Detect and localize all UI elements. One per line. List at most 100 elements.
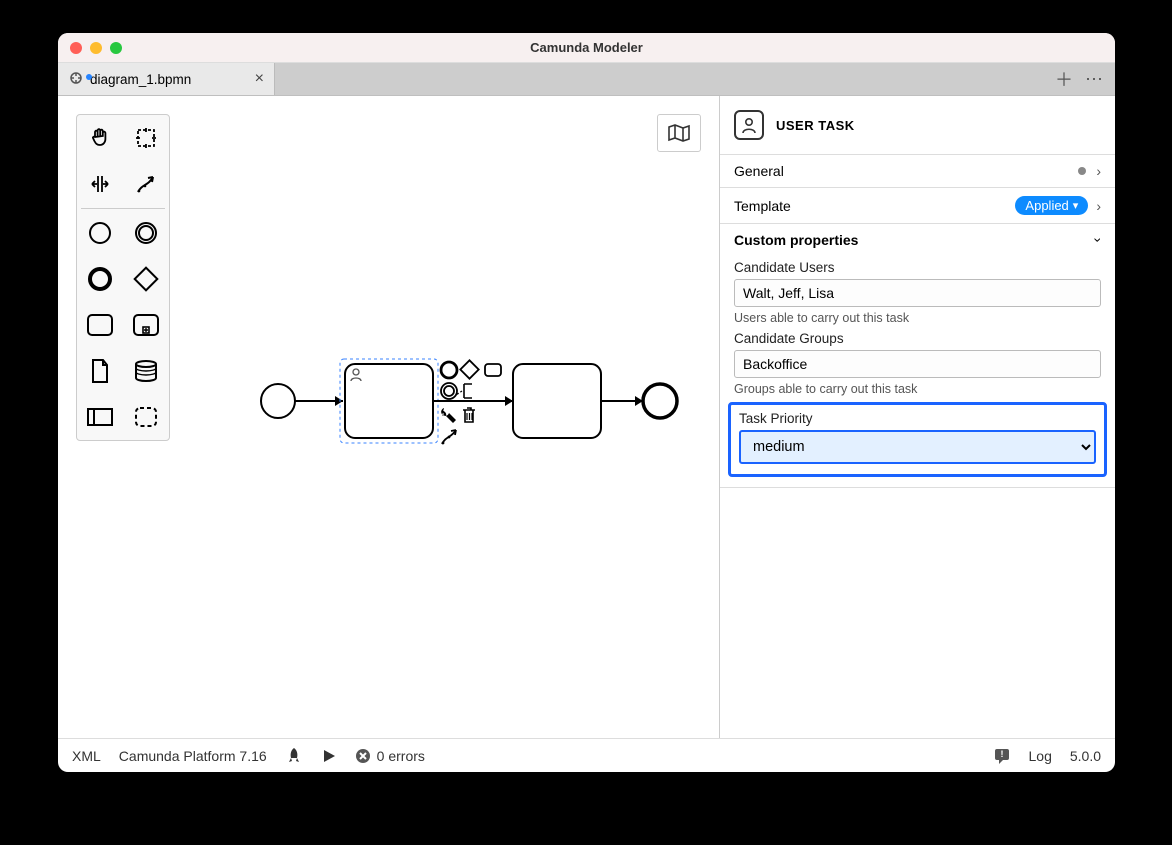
tabbar: diagram_1.bpmn × ＋ ⋯ bbox=[58, 63, 1115, 96]
candidate-groups-desc: Groups able to carry out this task bbox=[734, 382, 1101, 396]
badge-label: Applied bbox=[1025, 198, 1068, 213]
candidate-users-label: Candidate Users bbox=[734, 260, 1101, 275]
pad-delete[interactable] bbox=[463, 408, 475, 422]
tabbar-actions: ＋ ⋯ bbox=[1055, 63, 1115, 95]
template-applied-badge[interactable]: Applied ▾ bbox=[1015, 196, 1088, 215]
feedback-icon: ! bbox=[993, 747, 1011, 765]
diagram-task-2[interactable] bbox=[513, 364, 601, 438]
new-tab-button[interactable]: ＋ bbox=[1055, 66, 1073, 92]
statusbar: XML Camunda Platform 7.16 0 errors ! Log… bbox=[58, 738, 1115, 772]
props-header: USER TASK bbox=[720, 96, 1115, 155]
create-data-store[interactable] bbox=[123, 348, 169, 394]
error-icon bbox=[355, 748, 371, 764]
properties-panel: USER TASK General › Template Applied ▾ ›… bbox=[720, 96, 1115, 738]
tab-close-button[interactable]: × bbox=[255, 70, 264, 88]
end-event-icon bbox=[87, 266, 113, 292]
pad-connect[interactable] bbox=[442, 430, 456, 444]
lasso-icon bbox=[134, 126, 158, 150]
dirty-indicator-icon bbox=[86, 74, 92, 80]
status-xml-button[interactable]: XML bbox=[72, 748, 101, 764]
participant-icon bbox=[86, 406, 114, 428]
bpmn-diagram bbox=[248, 326, 688, 476]
status-feedback-button[interactable]: ! bbox=[993, 747, 1011, 765]
create-subprocess[interactable] bbox=[123, 302, 169, 348]
tool-palette bbox=[76, 114, 170, 441]
body: USER TASK General › Template Applied ▾ ›… bbox=[58, 96, 1115, 738]
app-window: Camunda Modeler diagram_1.bpmn × ＋ ⋯ bbox=[58, 33, 1115, 772]
space-icon bbox=[88, 172, 112, 196]
props-header-title: USER TASK bbox=[776, 118, 855, 133]
create-group[interactable] bbox=[123, 394, 169, 440]
hand-tool[interactable] bbox=[77, 115, 123, 161]
pad-end-event[interactable] bbox=[441, 362, 457, 378]
section-custom-properties: Custom properties › Candidate Users User… bbox=[720, 224, 1115, 488]
create-participant[interactable] bbox=[77, 394, 123, 440]
titlebar: Camunda Modeler bbox=[58, 33, 1115, 63]
svg-text:!: ! bbox=[1000, 749, 1003, 759]
window-close-button[interactable] bbox=[70, 42, 82, 54]
pad-gateway[interactable] bbox=[460, 360, 478, 378]
chevron-down-icon: › bbox=[1091, 238, 1107, 243]
task-priority-select[interactable]: medium bbox=[739, 430, 1096, 464]
status-version: 5.0.0 bbox=[1070, 748, 1101, 764]
subprocess-icon bbox=[132, 313, 160, 337]
canvas[interactable] bbox=[58, 96, 720, 738]
user-task-icon bbox=[734, 110, 764, 140]
pad-annotation[interactable] bbox=[456, 384, 472, 398]
group-icon bbox=[133, 405, 159, 429]
status-errors[interactable]: 0 errors bbox=[355, 748, 425, 764]
pad-wrench[interactable] bbox=[441, 408, 456, 423]
tab-overflow-button[interactable]: ⋯ bbox=[1085, 69, 1103, 90]
pad-task[interactable] bbox=[485, 364, 501, 376]
window-title: Camunda Modeler bbox=[58, 40, 1115, 55]
section-general[interactable]: General › bbox=[720, 155, 1115, 188]
lasso-tool[interactable] bbox=[123, 115, 169, 161]
context-pad bbox=[441, 360, 501, 444]
create-gateway[interactable] bbox=[123, 256, 169, 302]
data-store-icon bbox=[133, 359, 159, 383]
diagram-start-event[interactable] bbox=[261, 384, 295, 418]
section-custom-header[interactable]: Custom properties › bbox=[734, 232, 1101, 254]
diagram-end-event[interactable] bbox=[643, 384, 677, 418]
status-platform[interactable]: Camunda Platform 7.16 bbox=[119, 748, 267, 764]
section-template[interactable]: Template Applied ▾ › bbox=[720, 188, 1115, 224]
task-priority-label: Task Priority bbox=[739, 411, 1096, 426]
task-priority-highlight: Task Priority medium bbox=[728, 402, 1107, 477]
create-start-event[interactable] bbox=[77, 210, 123, 256]
candidate-users-input[interactable] bbox=[734, 279, 1101, 307]
status-run-button[interactable] bbox=[321, 748, 337, 764]
status-log-button[interactable]: Log bbox=[1029, 748, 1052, 764]
diagram-user-task[interactable] bbox=[345, 364, 433, 438]
status-errors-label: 0 errors bbox=[377, 748, 425, 764]
create-task[interactable] bbox=[77, 302, 123, 348]
tab-label: diagram_1.bpmn bbox=[90, 72, 191, 87]
hand-icon bbox=[88, 126, 112, 150]
chevron-right-icon: › bbox=[1096, 198, 1101, 214]
space-tool[interactable] bbox=[77, 161, 123, 207]
status-deploy-button[interactable] bbox=[285, 747, 303, 765]
window-minimize-button[interactable] bbox=[90, 42, 102, 54]
candidate-groups-input[interactable] bbox=[734, 350, 1101, 378]
create-intermediate-event[interactable] bbox=[123, 210, 169, 256]
global-connect-tool[interactable] bbox=[123, 161, 169, 207]
candidate-users-desc: Users able to carry out this task bbox=[734, 311, 1101, 325]
bpmn-file-icon bbox=[68, 70, 84, 89]
create-data-object[interactable] bbox=[77, 348, 123, 394]
section-custom-label: Custom properties bbox=[734, 232, 1096, 248]
section-indicator-dot-icon bbox=[1078, 167, 1086, 175]
start-event-icon bbox=[87, 220, 113, 246]
map-icon bbox=[667, 123, 691, 143]
task-icon bbox=[86, 313, 114, 337]
window-maximize-button[interactable] bbox=[110, 42, 122, 54]
gateway-icon bbox=[133, 266, 159, 292]
create-end-event[interactable] bbox=[77, 256, 123, 302]
pad-intermediate-event[interactable] bbox=[441, 383, 457, 399]
minimap-toggle[interactable] bbox=[657, 114, 701, 152]
traffic-lights bbox=[58, 42, 122, 54]
chevron-down-icon: ▾ bbox=[1073, 199, 1079, 212]
candidate-groups-label: Candidate Groups bbox=[734, 331, 1101, 346]
tab-diagram[interactable]: diagram_1.bpmn × bbox=[58, 63, 275, 95]
rocket-icon bbox=[285, 747, 303, 765]
section-template-label: Template bbox=[734, 198, 1015, 214]
connect-icon bbox=[134, 172, 158, 196]
